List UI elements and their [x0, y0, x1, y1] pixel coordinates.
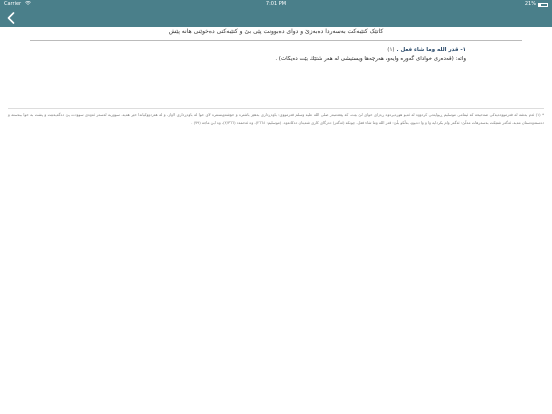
status-bar: Carrier 7:01 PM 21% — [0, 0, 552, 9]
battery-percent: 21% — [524, 1, 536, 7]
translation-text: واتە: (قەدەری خوادای گەورە وایەو، هەرچەه… — [275, 56, 466, 62]
verse-text: ١- قدر الله وما شاء فعل . — [396, 47, 467, 53]
page-header: کاتێک کتێبەکت بەسەردا دەبەزێ و دوای دەبو… — [168, 28, 384, 35]
battery-fill — [539, 3, 541, 6]
clock: 7:01 PM — [265, 1, 287, 7]
battery-indicator: 21% — [525, 0, 548, 9]
footnote-text: * (١) ئەم بەشە لە فەرموودەیەکی صەحیحە کە… — [8, 112, 544, 125]
chevron-left-icon — [7, 12, 15, 24]
footnote-reference[interactable]: (١) — [387, 47, 394, 53]
navigation-bar — [0, 9, 552, 27]
back-button[interactable] — [4, 10, 18, 26]
verse-line: ١- قدر الله وما شاء فعل . (١) — [387, 47, 466, 53]
header-divider — [30, 40, 522, 41]
footnote-divider — [8, 108, 544, 109]
battery-icon — [538, 2, 548, 7]
